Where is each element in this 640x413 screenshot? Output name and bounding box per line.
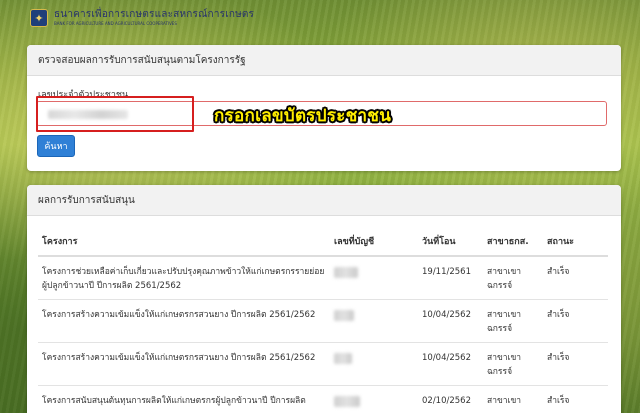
table-row: โครงการช่วยเหลือค่าเก็บเกี่ยวและปรับปรุง… <box>38 256 608 300</box>
redacted-account <box>334 353 352 364</box>
cell-branch: สาขาเขาฉกรรจ์ <box>483 256 543 300</box>
table-row: โครงการสร้างความเข้มแข็งให้แก่เกษตรกรสวน… <box>38 342 608 386</box>
redacted-account <box>334 310 354 321</box>
cell-date: 19/11/2561 <box>418 256 483 300</box>
cell-branch: สาขาเขาฉกรรจ์ <box>483 299 543 343</box>
col-header-branch: สาขาธกส. <box>483 227 543 257</box>
redacted-account <box>334 396 360 407</box>
search-panel-heading: ตรวจสอบผลการรับการสนับสนุนตามโครงการรัฐ <box>27 45 621 76</box>
cell-account <box>330 256 418 300</box>
cell-project: โครงการสร้างความเข้มแข็งให้แก่เกษตรกรสวน… <box>38 342 330 386</box>
citizen-id-label: เลขประจำตัวประชาชน <box>38 90 129 100</box>
cell-branch: สาขาเขาฉกรรจ์ <box>483 342 543 386</box>
cell-account <box>330 385 418 413</box>
results-panel-heading: ผลการรับการสนับสนุน <box>27 185 621 216</box>
cell-date: 10/04/2562 <box>418 299 483 343</box>
brand-name-en: BANK FOR AGRICULTURE AND AGRICULTURAL CO… <box>54 21 177 26</box>
cell-project: โครงการช่วยเหลือค่าเก็บเกี่ยวและปรับปรุง… <box>38 256 330 300</box>
brand[interactable]: ธนาคารเพื่อการเกษตรและสหกรณ์การเกษตร BAN… <box>54 10 254 26</box>
cell-account <box>330 299 418 343</box>
cell-date: 10/04/2562 <box>418 342 483 386</box>
cell-status: สำเร็จ <box>543 385 608 413</box>
cell-status: สำเร็จ <box>543 256 608 300</box>
table-row: โครงการสนับสนุนต้นทุนการผลิตให้แก่เกษตรก… <box>38 385 608 413</box>
results-table: โครงการ เลขที่บัญชี วันที่โอน สาขาธกส. ส… <box>38 227 608 413</box>
col-header-project: โครงการ <box>38 227 330 257</box>
baac-logo-icon[interactable]: ✦ <box>30 9 48 27</box>
cell-date: 02/10/2562 <box>418 385 483 413</box>
redacted-id-value <box>48 110 128 119</box>
search-button[interactable]: ค้นหา <box>37 135 75 157</box>
cell-project: โครงการสร้างความเข้มแข็งให้แก่เกษตรกรสวน… <box>38 299 330 343</box>
col-header-date: วันที่โอน <box>418 227 483 257</box>
cell-account <box>330 342 418 386</box>
site-header: ✦ ธนาคารเพื่อการเกษตรและสหกรณ์การเกษตร B… <box>0 0 640 36</box>
brand-name-th: ธนาคารเพื่อการเกษตรและสหกรณ์การเกษตร <box>54 9 255 20</box>
cell-status: สำเร็จ <box>543 342 608 386</box>
col-header-status: สถานะ <box>543 227 608 257</box>
redacted-account <box>334 267 358 278</box>
cell-branch: สาขาเขา <box>483 385 543 413</box>
instruction-annotation: กรอกเลขบัตรประชาชน <box>214 106 392 126</box>
col-header-account: เลขที่บัญชี <box>330 227 418 257</box>
cell-project: โครงการสนับสนุนต้นทุนการผลิตให้แก่เกษตรก… <box>38 385 330 413</box>
table-row: โครงการสร้างความเข้มแข็งให้แก่เกษตรกรสวน… <box>38 299 608 343</box>
results-panel: ผลการรับการสนับสนุน โครงการ เลขที่บัญชี … <box>27 185 621 413</box>
cell-status: สำเร็จ <box>543 299 608 343</box>
table-header-row: โครงการ เลขที่บัญชี วันที่โอน สาขาธกส. ส… <box>38 227 608 257</box>
